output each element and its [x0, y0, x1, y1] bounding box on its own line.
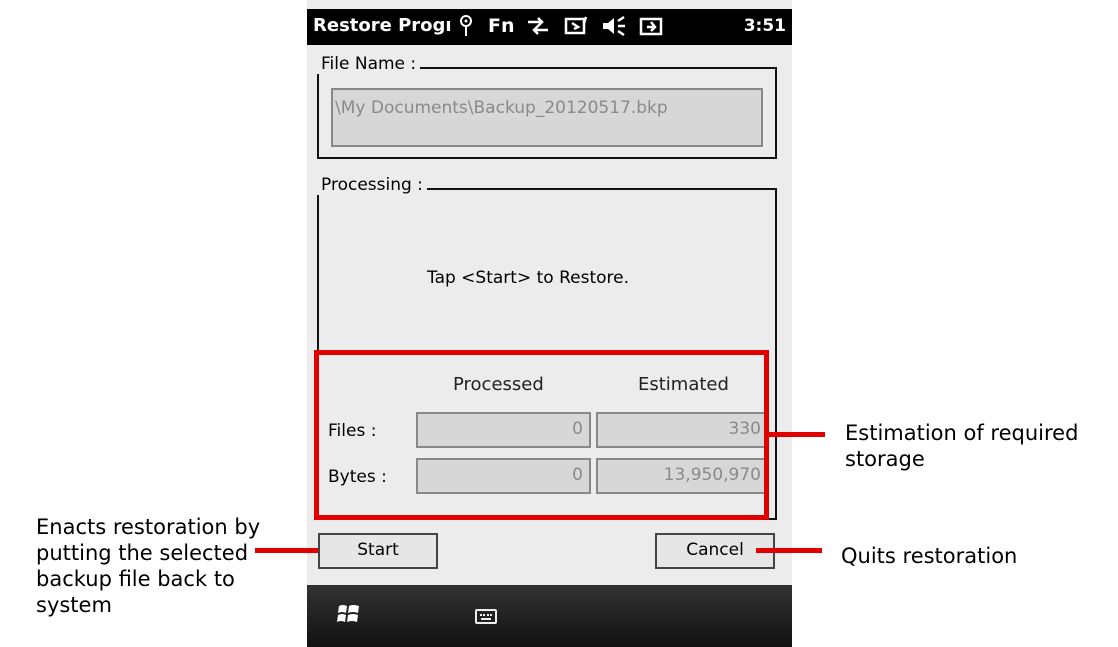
fn-indicator: Fn: [488, 15, 515, 37]
taskbar: [307, 585, 792, 647]
annotation-start-line-4: system: [36, 593, 112, 617]
annotation-estimation-line-2: storage: [845, 447, 925, 471]
callout-line-estimation: [769, 432, 825, 437]
annotation-quit: Quits restoration: [841, 544, 1018, 568]
annotation-estimation-line-1: Estimation of required: [845, 421, 1079, 445]
file-name-value: \My Documents\Backup_20120517.bkp: [335, 98, 668, 118]
title-bar: Restore Progı Fn 3:51: [307, 9, 792, 45]
highlight-estimation-box: [314, 350, 769, 520]
power-plug-icon[interactable]: [639, 15, 665, 42]
speaker-icon[interactable]: [601, 15, 627, 42]
file-name-legend: File Name :: [317, 54, 421, 74]
callout-line-cancel: [756, 548, 822, 553]
start-button[interactable]: Start: [318, 533, 438, 569]
data-sync-icon[interactable]: [526, 15, 550, 42]
clock: 3:51: [743, 16, 786, 36]
keyboard-icon[interactable]: [475, 609, 497, 624]
battery-charging-icon[interactable]: [564, 15, 590, 42]
processing-message: Tap <Start> to Restore.: [427, 268, 629, 288]
windows-start-icon[interactable]: [336, 601, 362, 627]
annotation-estimation: Estimation of required storage: [845, 420, 1078, 472]
annotation-start: Enacts restoration by putting the select…: [36, 514, 260, 618]
file-name-field[interactable]: \My Documents\Backup_20120517.bkp: [331, 88, 763, 147]
window-title: Restore Progı: [313, 15, 452, 36]
antenna-icon[interactable]: [457, 15, 475, 42]
processing-legend: Processing :: [317, 175, 427, 195]
annotation-start-line-2: putting the selected: [36, 541, 249, 565]
annotation-start-line-1: Enacts restoration by: [36, 515, 261, 539]
annotation-start-line-3: backup file back to: [36, 567, 235, 591]
callout-line-start: [255, 548, 318, 553]
